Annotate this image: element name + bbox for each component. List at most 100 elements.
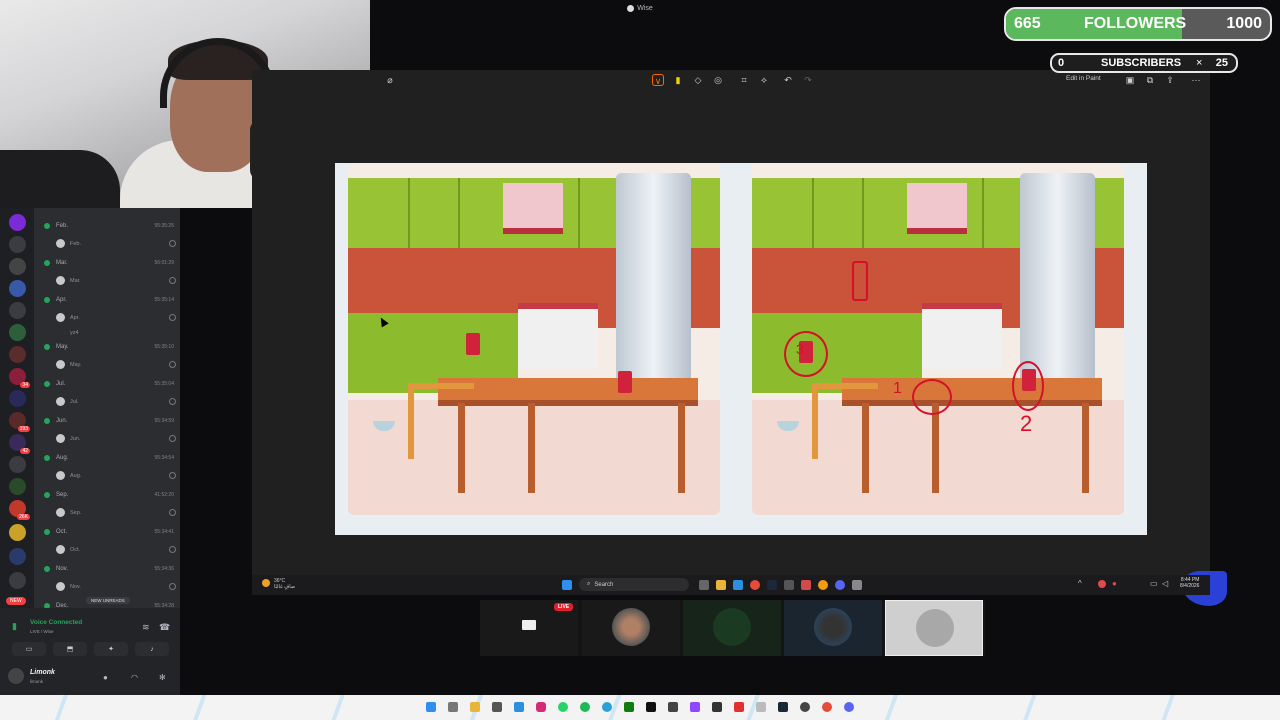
app-icon[interactable] <box>668 702 678 712</box>
server-icon[interactable]: 26K <box>9 500 30 520</box>
instagram-icon[interactable] <box>536 702 546 712</box>
participant-tile[interactable] <box>784 600 882 656</box>
lock-icon[interactable]: ⌀ <box>384 74 396 86</box>
soundboard-button[interactable]: ♪ <box>135 642 169 656</box>
shapes-icon[interactable]: ◎ <box>712 74 724 86</box>
task-view-icon[interactable] <box>699 580 709 590</box>
server-icon[interactable]: 34 <box>9 368 30 388</box>
weather-widget[interactable]: 36°C صافٍ غالبًا <box>274 578 295 590</box>
app-icon[interactable] <box>784 580 794 590</box>
start-icon[interactable] <box>562 580 572 590</box>
app-icon[interactable] <box>818 580 828 590</box>
voice-channel[interactable]: Apr. 55:35:14 <box>44 294 174 306</box>
edit-in-paint-button[interactable]: Edit in Paint <box>1066 75 1101 82</box>
voice-channel-name[interactable]: LIVE / Wise <box>30 629 54 634</box>
server-icon[interactable] <box>9 390 26 407</box>
server-icon[interactable] <box>9 548 26 565</box>
settings-icon[interactable] <box>514 702 524 712</box>
signal-icon[interactable]: ▮ <box>12 621 22 631</box>
app-icon[interactable] <box>801 580 811 590</box>
channel-member[interactable]: May. <box>56 359 176 370</box>
microphone-icon[interactable]: ● <box>103 674 111 682</box>
notepad-icon[interactable] <box>756 702 766 712</box>
search-icon[interactable] <box>448 702 458 712</box>
whatsapp-icon[interactable] <box>558 702 568 712</box>
camera-button[interactable]: ▭ <box>12 642 46 656</box>
participant-tile[interactable] <box>582 600 680 656</box>
screen-share-button[interactable]: ⬒ <box>53 642 87 656</box>
taskbar-clock[interactable]: 8:44 PM 8/4/2026 <box>1180 577 1199 589</box>
channel-member[interactable]: Feb. <box>56 238 176 249</box>
tiktok-icon[interactable] <box>646 702 656 712</box>
discord-icon[interactable] <box>844 702 854 712</box>
photos-app-icon[interactable] <box>852 580 862 590</box>
settings-app-icon[interactable] <box>733 580 743 590</box>
channel-member[interactable]: Jul. <box>56 396 176 407</box>
channel-member[interactable]: Apr. <box>56 312 176 323</box>
user-avatar[interactable] <box>8 668 24 684</box>
weather-icon[interactable] <box>262 579 270 587</box>
username[interactable]: Limonk <box>30 669 55 676</box>
app-icon[interactable] <box>734 702 744 712</box>
highlighter-icon[interactable]: ▮ <box>672 74 684 86</box>
file-explorer-icon[interactable] <box>716 580 726 590</box>
participant-tile-active[interactable] <box>885 600 983 656</box>
channel-member[interactable]: Sep. <box>56 507 176 518</box>
channel-member[interactable]: Mar. <box>56 275 176 286</box>
terminal-icon[interactable] <box>492 702 502 712</box>
telegram-icon[interactable] <box>602 702 612 712</box>
voice-channel[interactable]: Oct. 55:34:41 <box>44 526 174 538</box>
tray-mic-icon[interactable]: ● <box>1112 579 1117 588</box>
volume-icon[interactable]: ◁ <box>1162 579 1168 588</box>
voice-channel[interactable]: Sep. 41:52:20 <box>44 489 174 501</box>
voice-channel[interactable]: May. 55:35:10 <box>44 341 174 353</box>
server-icon[interactable] <box>9 280 26 297</box>
channel-member[interactable]: Oct. <box>56 544 176 555</box>
copy-icon[interactable]: ⧉ <box>1144 74 1156 86</box>
disconnect-icon[interactable]: ☎ <box>159 622 170 633</box>
new-unreads-pill[interactable]: NEW UNREADS <box>86 597 130 604</box>
undo-icon[interactable]: ↶ <box>782 74 794 86</box>
spotify-icon[interactable] <box>580 702 590 712</box>
server-icon[interactable] <box>9 324 26 341</box>
app-icon[interactable] <box>800 702 810 712</box>
file-explorer-icon[interactable] <box>470 702 480 712</box>
channel-member[interactable]: Nov. <box>56 581 176 592</box>
server-icon[interactable] <box>9 258 26 275</box>
settings-gear-icon[interactable]: ✻ <box>159 674 167 682</box>
server-icon[interactable]: 42 <box>9 434 30 454</box>
discord-icon[interactable] <box>835 580 845 590</box>
voice-channel[interactable]: Mar. 56:01:29 <box>44 257 174 269</box>
participant-tile[interactable] <box>683 600 781 656</box>
browser-icon[interactable] <box>750 580 760 590</box>
voice-connected-label[interactable]: Voice Connected <box>30 619 82 626</box>
twitch-icon[interactable] <box>690 702 700 712</box>
voice-channel[interactable]: Jun. 55:34:59 <box>44 415 174 427</box>
activities-button[interactable]: ✦ <box>94 642 128 656</box>
pen-tool-icon[interactable]: ∨ <box>652 74 664 86</box>
share-icon[interactable]: ⇪ <box>1164 74 1176 86</box>
steam-icon[interactable] <box>778 702 788 712</box>
voice-channel[interactable]: Feb. 55:35:25 <box>44 220 174 232</box>
adjust-icon[interactable]: ⟡ <box>758 74 770 86</box>
voice-channel[interactable]: Aug. 55:34:54 <box>44 452 174 464</box>
redo-icon[interactable]: ↷ <box>802 74 814 86</box>
headphones-icon[interactable]: ◠ <box>131 674 139 682</box>
start-icon[interactable] <box>426 702 436 712</box>
server-icon[interactable] <box>9 302 26 319</box>
voice-channel[interactable]: Nov. 55:34:36 <box>44 563 174 575</box>
save-icon[interactable]: ▣ <box>1124 74 1136 86</box>
server-icon[interactable] <box>9 524 26 541</box>
server-icon[interactable] <box>9 236 26 253</box>
voice-channel[interactable]: Jul. 55:35:04 <box>44 378 174 390</box>
channel-member[interactable]: Aug. <box>56 470 176 481</box>
tray-chevron-icon[interactable]: ^ <box>1078 579 1082 588</box>
server-icon[interactable] <box>9 456 26 473</box>
crop-icon[interactable]: ⌗ <box>738 74 750 86</box>
server-icon[interactable] <box>9 346 26 363</box>
image-canvas[interactable]: 3 1 2 <box>335 163 1227 606</box>
more-options-icon[interactable]: ⋯ <box>1190 74 1202 86</box>
network-icon[interactable]: ▭ <box>1150 579 1158 588</box>
tray-app-icon[interactable] <box>1098 580 1106 588</box>
new-badge[interactable]: NEW <box>6 597 26 605</box>
